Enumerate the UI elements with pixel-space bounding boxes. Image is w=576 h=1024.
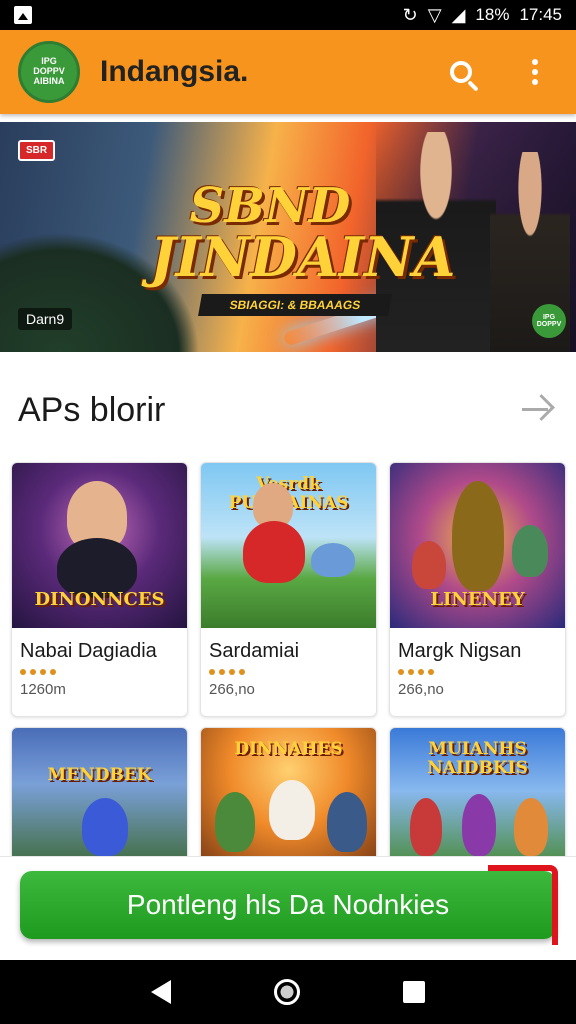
section-title: APs blorir [18, 390, 166, 429]
featured-banner[interactable]: SBR SBND JINDAINA SBIAGGI: & BBAAAGS Dar… [0, 122, 576, 352]
app-bar: IPG DOPPV AIBINA Indangsia. [0, 30, 576, 114]
signal-icon: ◢ [451, 5, 466, 25]
rating-dots [12, 663, 187, 675]
battery-percent: 18% [475, 5, 510, 24]
app-card[interactable]: MENDBEK [11, 727, 188, 867]
app-title: Indangsia. [100, 55, 249, 88]
banner-subtitle: SBIAGGI: & BBAAAGS [198, 294, 392, 316]
recents-icon[interactable] [402, 981, 425, 1003]
logo-line-3: AIBINA [33, 75, 65, 86]
thumb-figure-2 [412, 541, 446, 589]
app-name: Sardamiai [209, 640, 300, 662]
app-grid: DINONNCES Nabai Dagiadia 1260m Vesrdk PU… [11, 462, 566, 867]
thumb-figure-2 [462, 794, 496, 856]
thumb-figure [452, 481, 504, 591]
wifi-icon: ▽ [427, 5, 442, 25]
thumb-figure [269, 780, 315, 840]
app-card[interactable]: MUIANHS NAIDBKIS [389, 727, 566, 867]
app-name: Margk Nigsan [398, 640, 522, 662]
thumb-figure [410, 798, 442, 856]
app-meta: 266,no [209, 681, 255, 698]
thumbnail-title: MENDBEK [47, 765, 152, 785]
banner-title-line-1: SBND [189, 178, 351, 234]
bottom-action-bar: Pontleng hls Da Nodnkies [0, 856, 576, 960]
rating-dots [201, 663, 376, 675]
install-button-label: Pontleng hls Da Nodnkies [126, 889, 450, 920]
app-card[interactable]: Vesrdk PUBNAINAS Sardamiai 266,no [200, 462, 377, 717]
app-thumbnail: MUIANHS NAIDBKIS [390, 728, 565, 866]
app-card[interactable]: DINNAHES [200, 727, 377, 867]
thumb-figure-2 [215, 792, 255, 852]
thumb-figure-3 [514, 798, 548, 856]
banner-badge: SBR [18, 140, 56, 161]
banner-title: SBND JINDAINA [150, 178, 456, 289]
banner-title-line-2: JINDAINA [150, 225, 456, 289]
clock: 17:45 [519, 5, 562, 24]
app-thumbnail: DINONNCES [12, 463, 187, 628]
app-thumbnail: Vesrdk PUBNAINAS [201, 463, 376, 628]
more-vert-icon [532, 59, 538, 85]
app-meta: 266,no [398, 681, 444, 698]
status-right: ↻ ▽ ◢ 18% 17:45 [403, 5, 562, 25]
search-button[interactable] [444, 55, 478, 89]
data-saver-icon: ↻ [402, 5, 418, 25]
thumbnail-title: LINENEY [430, 589, 525, 610]
banner-caption: Darn9 [18, 308, 73, 330]
overflow-menu-button[interactable] [518, 55, 552, 89]
app-bar-actions [444, 55, 558, 89]
thumbnail-title: MUIANHS NAIDBKIS [427, 739, 528, 778]
highlight-corner-marker [488, 865, 558, 945]
status-bar: ↻ ▽ ◢ 18% 17:45 [0, 0, 576, 30]
app-card[interactable]: DINONNCES Nabai Dagiadia 1260m [11, 462, 188, 717]
app-name: Nabai Dagiadia [20, 640, 157, 662]
thumbnail-title: DINNAHES [234, 739, 343, 759]
banner-corner-logo: IPG DOPPV [532, 304, 566, 338]
status-left [14, 6, 32, 24]
back-icon[interactable] [151, 980, 172, 1004]
app-logo[interactable]: IPG DOPPV AIBINA [18, 41, 80, 103]
section-header: APs blorir [0, 370, 576, 450]
thumb-figure-3 [512, 525, 548, 577]
thumbnail-title: DINONNCES [34, 589, 165, 610]
install-button[interactable]: Pontleng hls Da Nodnkies [20, 871, 556, 939]
app-screen: ↻ ▽ ◢ 18% 17:45 IPG DOPPV AIBINA Indangs… [0, 0, 576, 1024]
notification-image-icon [14, 6, 32, 24]
see-more-button[interactable] [518, 390, 558, 430]
system-nav-bar [0, 960, 576, 1024]
thumb-blaster [311, 543, 355, 577]
app-thumbnail: DINNAHES [201, 728, 376, 866]
app-card[interactable]: LINENEY Margk Nigsan 266,no [389, 462, 566, 717]
app-meta: 1260m [20, 681, 66, 698]
thumb-figure-body [243, 521, 305, 583]
app-thumbnail: MENDBEK [12, 728, 187, 866]
rating-dots [390, 663, 565, 675]
home-icon[interactable] [273, 979, 300, 1005]
thumb-figure [82, 798, 128, 856]
thumb-figure-3 [327, 792, 367, 852]
search-icon [450, 61, 472, 83]
app-thumbnail: LINENEY [390, 463, 565, 628]
